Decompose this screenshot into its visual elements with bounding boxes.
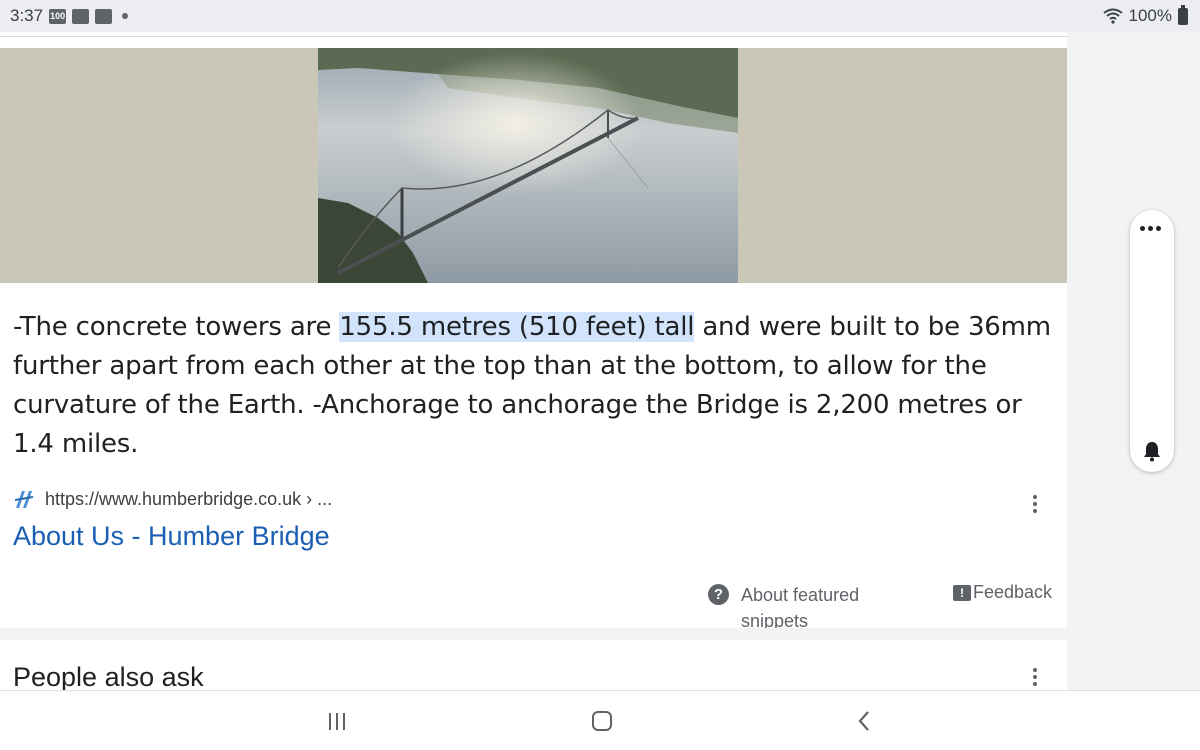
featured-snippet-text: -The concrete towers are 155.5 metres (5… <box>13 308 1053 464</box>
feedback-label: Feedback <box>973 582 1053 602</box>
status-left: 3:37 100 <box>10 6 129 26</box>
navigation-bar <box>0 690 1200 750</box>
search-results-page: -The concrete towers are 155.5 metres (5… <box>0 32 1067 690</box>
bell-icon[interactable] <box>1142 440 1162 462</box>
snippet-text-before: -The concrete towers are <box>13 312 340 342</box>
battery-icon <box>1178 4 1188 25</box>
back-icon[interactable] <box>856 710 872 732</box>
floating-side-panel <box>1130 210 1174 472</box>
notification-image-icon <box>72 8 90 24</box>
people-also-ask-more-options-icon[interactable] <box>1023 665 1047 689</box>
status-right: 100% <box>1102 4 1188 26</box>
humber-bridge-favicon-icon <box>14 491 34 508</box>
notification-100-icon: 100 <box>49 8 67 24</box>
about-featured-snippets-label: About featured snippets <box>741 585 860 631</box>
notification-image-icon <box>95 8 113 24</box>
more-horizontal-icon[interactable] <box>1140 226 1161 231</box>
divider <box>0 36 1067 37</box>
bridge-photo[interactable] <box>318 48 738 283</box>
status-bar: 3:37 100 100% <box>0 0 1200 32</box>
snippet-highlight: 155.5 metres (510 feet) tall <box>339 312 695 342</box>
wifi-icon <box>1102 8 1123 24</box>
recent-apps-icon[interactable] <box>329 713 345 730</box>
result-more-options-icon[interactable] <box>1023 492 1047 516</box>
battery-percent: 100% <box>1128 6 1172 25</box>
status-time: 3:37 <box>10 6 44 25</box>
more-notifications-dot-icon <box>122 13 129 19</box>
section-divider <box>0 628 1067 640</box>
feedback-icon: ! <box>953 584 971 601</box>
featured-snippet-image-band <box>0 48 1067 283</box>
about-featured-snippets[interactable]: ? About featured snippets <box>708 582 891 634</box>
home-icon[interactable] <box>592 711 612 731</box>
source-url[interactable]: https://www.humberbridge.co.uk › ... <box>45 489 332 510</box>
result-title-link[interactable]: About Us - Humber Bridge <box>13 521 330 552</box>
feedback-button[interactable]: ! Feedback <box>953 582 1052 603</box>
help-icon: ? <box>708 584 729 605</box>
source-row[interactable]: https://www.humberbridge.co.uk › ... <box>13 488 332 510</box>
people-also-ask-title: People also ask <box>13 662 204 690</box>
